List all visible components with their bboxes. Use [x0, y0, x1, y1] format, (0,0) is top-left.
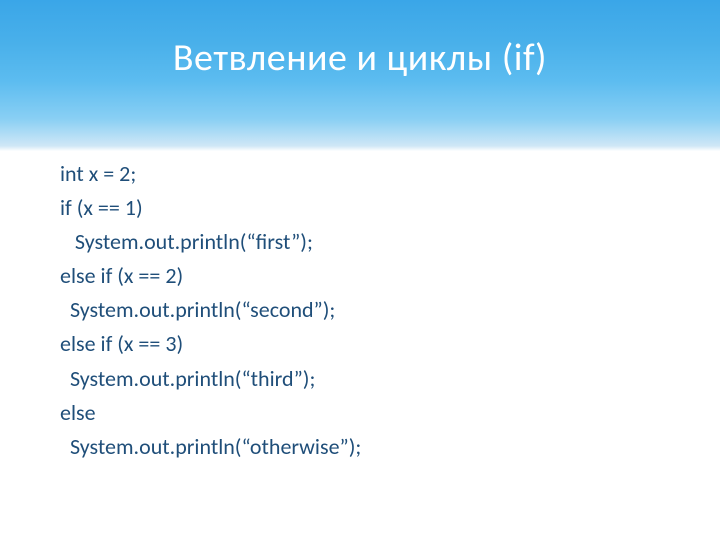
code-line: else if (x == 2) [60, 259, 660, 293]
code-line: System.out.println(“third”); [60, 362, 660, 396]
code-line: if (x == 1) [60, 191, 660, 225]
code-line: System.out.println(“second”); [60, 293, 660, 327]
slide: Ветвление и циклы (if) int x = 2; if (x … [0, 0, 720, 540]
code-block: int x = 2; if (x == 1) System.out.printl… [60, 157, 660, 464]
code-line: int x = 2; [60, 157, 660, 191]
code-line: else if (x == 3) [60, 327, 660, 361]
slide-title: Ветвление и циклы (if) [0, 35, 720, 81]
code-line: System.out.println(“first”); [60, 225, 660, 259]
code-line: System.out.println(“otherwise”); [60, 430, 660, 464]
code-line: else [60, 396, 660, 430]
